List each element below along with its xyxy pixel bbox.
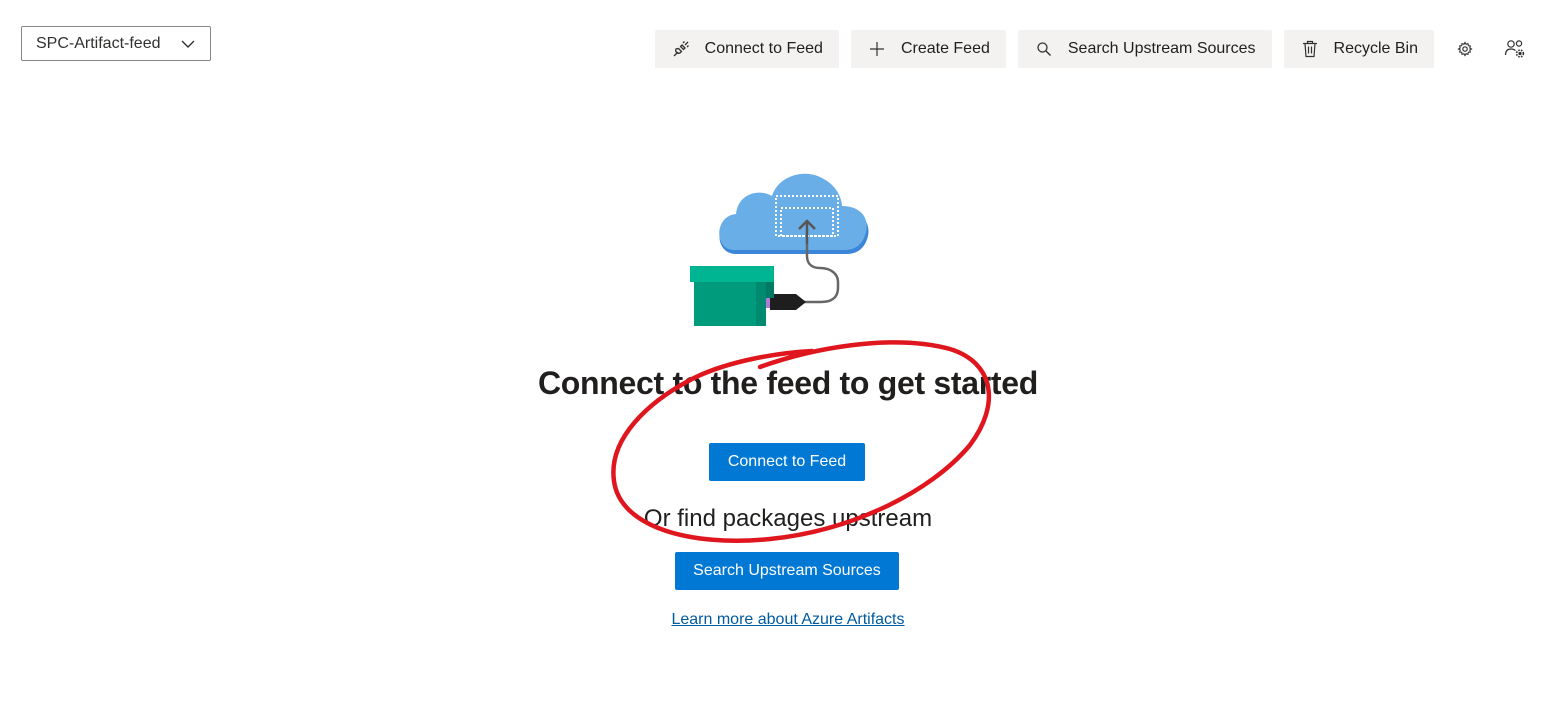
connect-feed-illustration xyxy=(690,173,869,326)
create-feed-label: Create Feed xyxy=(900,40,990,57)
learn-more-container: Learn more about Azure Artifacts xyxy=(0,611,1548,629)
chevron-down-icon xyxy=(180,36,196,52)
feed-selector-dropdown[interactable]: SPC-Artifact-feed xyxy=(21,26,211,61)
search-upstream-toolbar-button[interactable]: Search Upstream Sources xyxy=(1017,30,1272,68)
empty-state-headline: Connect to the feed to get started xyxy=(537,365,1039,401)
find-packages-subheading: Or find packages upstream xyxy=(643,505,933,532)
recycle-bin-label: Recycle Bin xyxy=(1333,40,1418,57)
feed-selector-value: SPC-Artifact-feed xyxy=(36,34,161,52)
learn-more-link[interactable]: Learn more about Azure Artifacts xyxy=(671,611,904,628)
recycle-bin-button[interactable]: Recycle Bin xyxy=(1283,30,1434,68)
plus-icon xyxy=(867,39,887,59)
connect-to-feed-toolbar-label: Connect to Feed xyxy=(704,40,823,57)
search-upstream-toolbar-label: Search Upstream Sources xyxy=(1067,40,1256,57)
search-upstream-sources-button[interactable]: Search Upstream Sources xyxy=(675,552,899,590)
connect-to-feed-toolbar-button[interactable]: Connect to Feed xyxy=(654,30,839,68)
artifacts-page: SPC-Artifact-feed Connect to Feed Create… xyxy=(0,0,1548,709)
user-settings-icon[interactable] xyxy=(1496,30,1534,68)
create-feed-button[interactable]: Create Feed xyxy=(850,30,1006,68)
search-icon xyxy=(1034,39,1054,59)
gear-icon[interactable] xyxy=(1446,30,1484,68)
plug-icon xyxy=(671,39,691,59)
trash-icon xyxy=(1300,39,1320,59)
toolbar: Connect to Feed Create Feed Search Upstr… xyxy=(654,30,1534,68)
connect-to-feed-button[interactable]: Connect to Feed xyxy=(709,443,865,481)
